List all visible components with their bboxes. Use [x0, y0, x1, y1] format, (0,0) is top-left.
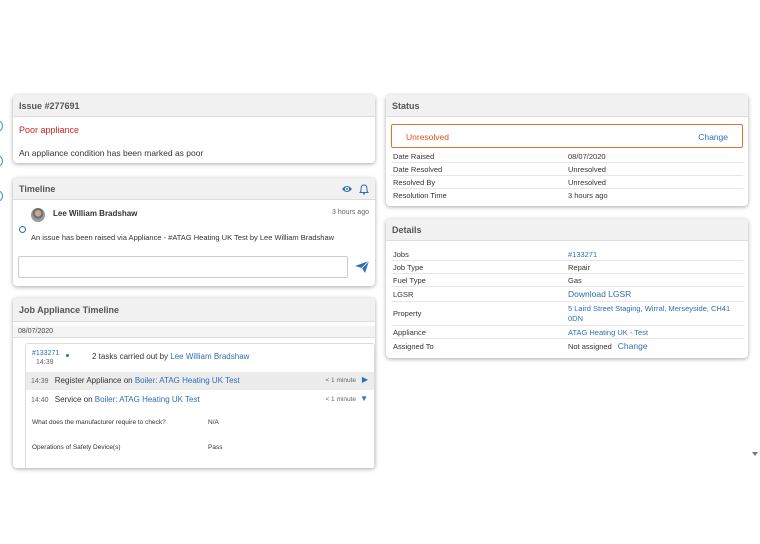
task-time: 14:40 [31, 397, 49, 404]
job-appliance-timeline-card: Job Appliance Timeline 08/07/2020 #13327… [13, 298, 375, 468]
status-label: Resolution Time [393, 191, 447, 200]
status-label: Date Raised [393, 152, 435, 161]
timeline-author: Lee William Bradshaw [53, 209, 138, 218]
job-summary: 2 tasks carried out by Lee William Brads… [92, 352, 249, 361]
details-row-appliance: Appliance ATAG Heating UK - Test [391, 326, 743, 339]
status-header: Status [386, 95, 748, 117]
assigned-text: Not assigned [568, 342, 612, 351]
task-action: Service on [54, 395, 93, 404]
side-nav-circle[interactable] [0, 155, 3, 167]
comment-input[interactable] [18, 256, 348, 278]
job-entry: #133271 14:39 2 tasks carried out by Lee… [25, 343, 375, 468]
task-action: Register Appliance on [54, 376, 133, 385]
answer-value: Pass [208, 444, 223, 451]
details-label: Appliance [393, 328, 426, 337]
issue-description: An appliance condition has been marked a… [19, 148, 204, 158]
job-time: 14:39 [36, 359, 54, 366]
appliance-link[interactable]: ATAG Heating UK - Test [568, 328, 648, 337]
caret-down-icon[interactable]: ▼ [360, 394, 368, 403]
job-summary-text: 2 tasks carried out by [92, 352, 169, 361]
job-number-link[interactable]: #133271 [32, 350, 59, 357]
answer-value: N/A [208, 419, 219, 426]
status-row-value: Unresolved [568, 165, 606, 174]
status-card: Status Unresolved Change Date Raised 08/… [386, 95, 748, 206]
details-row-fuel-type: Fuel Type Gas [391, 274, 743, 287]
details-label: Fuel Type [393, 276, 426, 285]
timeline-dot [19, 226, 26, 233]
timeline-header: Timeline [13, 178, 375, 200]
timeline-time: 3 hours ago [332, 209, 369, 216]
status-row-value: Unresolved [568, 178, 606, 187]
status-box: Unresolved Change [391, 124, 743, 148]
side-nav-circle[interactable] [0, 190, 3, 202]
issue-header: Issue #277691 [13, 95, 375, 117]
status-label: Date Resolved [393, 165, 443, 174]
details-value: Repair [568, 263, 591, 272]
avatar [31, 208, 45, 222]
status-row: Date Resolved Unresolved [391, 163, 743, 176]
send-icon[interactable] [354, 260, 370, 274]
timeline-card: Timeline Lee William Bradshaw 3 hours ag… [13, 178, 375, 286]
job-bullet [66, 354, 69, 357]
status-row: Resolution Time 3 hours ago [391, 189, 743, 202]
task-time: 14:39 [31, 378, 49, 385]
details-label: LGSR [393, 290, 414, 299]
status-row: Resolved By Unresolved [391, 176, 743, 189]
details-row-property: Property 5 Laird Street Staging, Wirral,… [391, 302, 743, 326]
eye-icon[interactable] [341, 184, 353, 195]
jobs-link[interactable]: #133271 [568, 250, 597, 259]
details-card: Details Jobs #133271 Job Type Repair Fue… [386, 219, 748, 358]
timeline-message: An issue has been raised via Appliance -… [31, 233, 335, 242]
scroll-down-arrow[interactable] [752, 452, 758, 456]
issue-title: Poor appliance [19, 125, 80, 135]
caret-right-icon[interactable]: ▶ [362, 375, 368, 384]
assigned-change-link[interactable]: Change [618, 341, 648, 351]
task-row[interactable]: 14:39 Register Appliance on Boiler: ATAG… [26, 372, 374, 390]
assigned-value: Not assigned Change [568, 341, 648, 351]
status-label: Resolved By [393, 178, 436, 187]
job-appliance-timeline-header: Job Appliance Timeline [13, 298, 375, 322]
task-duration: < 1 minute [325, 396, 356, 403]
date-bar: 08/07/2020 [13, 326, 375, 338]
job-summary-user-link[interactable]: Lee William Bradshaw [170, 352, 249, 361]
status-change-link[interactable]: Change [698, 132, 728, 142]
details-label: Assigned To [393, 342, 434, 351]
issue-card: Issue #277691 Poor appliance An applianc… [13, 95, 375, 163]
status-value: Unresolved [406, 132, 449, 142]
status-row-value: 08/07/2020 [568, 152, 606, 161]
details-row-job-type: Job Type Repair [391, 261, 743, 274]
answer-question: What does the manufacturer require to ch… [32, 419, 166, 426]
details-label: Jobs [393, 250, 409, 259]
details-label: Job Type [393, 263, 424, 272]
status-row-value: 3 hours ago [568, 191, 608, 200]
details-row-lgsr: LGSR Download LGSR [391, 287, 743, 302]
side-nav-circle[interactable] [0, 120, 3, 132]
task-row[interactable]: 14:40 Service on Boiler: ATAG Heating UK… [26, 391, 374, 409]
timeline-title: Timeline [19, 184, 56, 194]
bell-icon[interactable] [359, 184, 369, 195]
property-link[interactable]: 5 Laird Street Staging, Wirral, Merseysi… [568, 304, 738, 324]
details-row-assigned: Assigned To Not assigned Change [391, 339, 743, 354]
details-value: Gas [568, 276, 582, 285]
details-label: Property [393, 309, 422, 318]
status-row: Date Raised 08/07/2020 [391, 150, 743, 163]
details-header: Details [386, 219, 748, 241]
task-duration: < 1 minute [325, 377, 356, 384]
task-target-link[interactable]: Boiler: ATAG Heating UK Test [95, 395, 200, 404]
download-lgsr-link[interactable]: Download LGSR [568, 289, 631, 299]
details-row-jobs: Jobs #133271 [391, 248, 743, 261]
answer-question: Operations of Safety Device(s) [32, 444, 121, 451]
task-target-link[interactable]: Boiler: ATAG Heating UK Test [135, 376, 240, 385]
